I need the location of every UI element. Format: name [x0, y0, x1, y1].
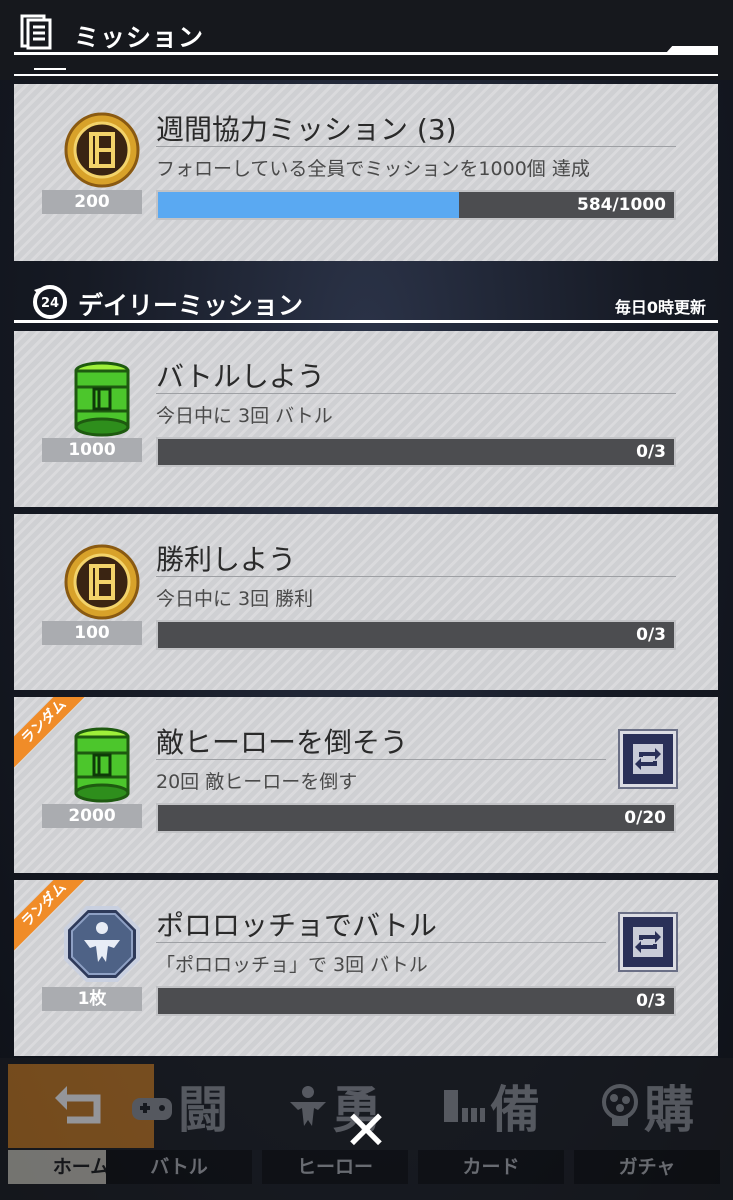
title-rule [156, 942, 606, 943]
mission-title: バトルしよう [156, 360, 325, 393]
progress-fill [158, 192, 460, 218]
mission-card[interactable]: 100 勝利しよう 今日中に 3回 勝利 0/3 [14, 514, 718, 690]
hero-ticket-icon [64, 906, 140, 982]
document-icon [20, 14, 52, 50]
mission-title: 敵ヒーローを倒そう [156, 726, 409, 759]
progress-text: 0/3 [636, 625, 666, 645]
reward-count: 200 [42, 190, 142, 214]
mission-card[interactable]: ランダム 1枚 ポロロッチョでバトル 「ポロロッチョ」で 3回 バトル 0/3 [14, 880, 718, 1056]
header-divider [14, 52, 718, 55]
mission-description: 「ポロロッチョ」で 3回 バトル [156, 954, 428, 976]
progress-bar: 0/3 [156, 437, 676, 467]
nav-item-card[interactable]: 備 カード [418, 1064, 564, 1192]
title-rule [156, 146, 676, 147]
header: ミッション [0, 0, 733, 80]
clock-badge-text: 24 [41, 296, 59, 311]
mission-card[interactable]: ランダム 2000 敵ヒーローを倒そう 20回 敵ヒーローを倒す 0/20 [14, 697, 718, 873]
nav-label: ガチャ [574, 1150, 720, 1184]
back-arrow-icon [55, 1086, 101, 1124]
nav-kanji: 購 [644, 1081, 694, 1139]
close-button[interactable]: ✕ [338, 1099, 394, 1162]
mission-title: ポロロッチョでバトル [156, 909, 437, 942]
weekly-mission-card[interactable]: 200 週間協力ミッション (3) フォローしている全員でミッションを1000個… [14, 84, 718, 261]
title-rule [156, 759, 606, 760]
reward-count: 1枚 [42, 987, 142, 1011]
refresh-icon [633, 744, 663, 774]
reset-note: 毎日0時更新 [614, 298, 706, 317]
card-stack-icon [444, 1090, 485, 1122]
nav-label: カード [418, 1150, 564, 1184]
nav-item-gacha[interactable]: 購 ガチャ [574, 1064, 720, 1192]
daily-mission-header: 24 デイリーミッション 毎日0時更新 [14, 282, 718, 324]
section-title: デイリーミッション [78, 291, 304, 320]
reward-count: 1000 [42, 438, 142, 462]
section-divider [14, 320, 718, 323]
nav-label: バトル [106, 1150, 252, 1184]
hero-figure-icon [290, 1086, 326, 1126]
title-rule [156, 393, 676, 394]
mission-card[interactable]: 1000 バトルしよう 今日中に 3回 バトル 0/3 [14, 331, 718, 507]
mission-description: 今日中に 3回 バトル [156, 405, 333, 427]
refresh-mission-button[interactable] [620, 731, 676, 787]
green-can-icon [74, 361, 130, 437]
nav-kanji: 闘 [178, 1081, 228, 1139]
refresh-clock-icon: 24 [33, 285, 67, 319]
title-rule [156, 576, 676, 577]
reward-count: 2000 [42, 804, 142, 828]
progress-bar: 0/3 [156, 986, 676, 1016]
header-underline-tick [34, 68, 66, 70]
progress-text: 0/3 [636, 442, 666, 462]
nav-item-battle[interactable]: 闘 バトル [106, 1064, 252, 1192]
page-title: ミッション [74, 23, 205, 52]
progress-text: 584/1000 [576, 195, 666, 215]
mission-description: 20回 敵ヒーローを倒す [156, 771, 358, 793]
header-underline [14, 74, 718, 76]
mission-title: 勝利しよう [156, 543, 297, 576]
progress-bar: 584/1000 [156, 190, 676, 220]
progress-bar: 0/20 [156, 803, 676, 833]
nav-kanji: 備 [490, 1081, 540, 1139]
gold-coin-icon [64, 112, 140, 188]
nav-icon-area: 闘 [106, 1064, 252, 1148]
mission-description: フォローしている全員でミッションを1000個 達成 [156, 158, 590, 180]
mission-title: 週間協力ミッション (3) [156, 113, 457, 146]
refresh-icon [633, 927, 663, 957]
header-divider-tab [666, 46, 718, 53]
progress-text: 0/3 [636, 991, 666, 1011]
gold-coin-icon [64, 544, 140, 620]
refresh-mission-button[interactable] [620, 914, 676, 970]
progress-text: 0/20 [624, 808, 666, 828]
progress-bar: 0/3 [156, 620, 676, 650]
nav-icon-area: 備 [418, 1064, 564, 1148]
gacha-capsule-icon [602, 1084, 638, 1126]
green-can-icon [74, 727, 130, 803]
mission-description: 今日中に 3回 勝利 [156, 588, 314, 610]
nav-icon-area: 購 [574, 1064, 720, 1148]
gamepad-icon [132, 1098, 172, 1120]
reward-count: 100 [42, 621, 142, 645]
